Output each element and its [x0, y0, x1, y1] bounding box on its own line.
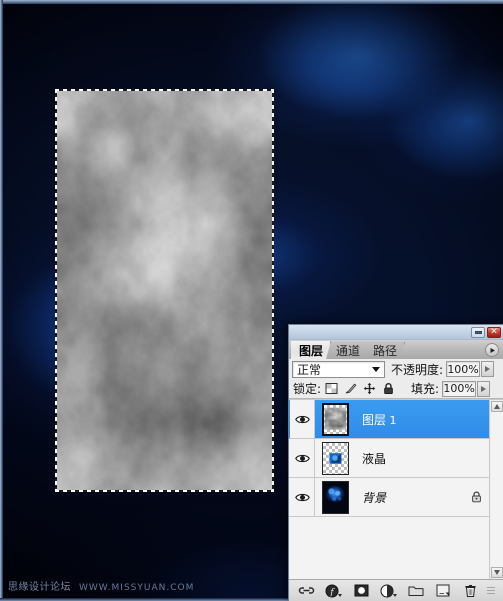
opacity-label: 不透明度:	[391, 362, 444, 377]
layers-panel-toolbar[interactable]: f	[289, 579, 503, 601]
opacity-slider-toggle[interactable]	[481, 361, 495, 377]
lock-position-icon[interactable]	[363, 382, 376, 395]
layer-thumbnail-cell-1[interactable]	[315, 402, 356, 436]
eye-icon	[294, 454, 310, 462]
lock-transparent-pixels-icon[interactable]	[325, 382, 338, 395]
fill-slider-toggle[interactable]	[477, 380, 491, 397]
lock-row[interactable]: 锁定: 填充: 100%	[289, 379, 503, 399]
layer-thumbnail-cell-2[interactable]	[315, 441, 356, 475]
scroll-up-arrow-icon[interactable]	[490, 401, 503, 412]
blend-mode-value: 正常	[297, 362, 322, 377]
layers-list[interactable]: 图层 1 液晶 背景	[289, 399, 503, 579]
layer-name-text-2: 液晶	[362, 451, 387, 466]
table-row[interactable]: 图层 1	[289, 400, 489, 439]
table-row[interactable]: 液晶	[289, 439, 489, 478]
table-row[interactable]: 背景	[289, 478, 489, 517]
minimize-icon[interactable]	[471, 326, 485, 338]
lock-image-pixels-icon[interactable]	[344, 382, 357, 395]
layer-name-text-1: 图层	[362, 412, 387, 427]
panel-resize-grip[interactable]	[487, 585, 496, 596]
layer-visibility-toggle-2[interactable]	[290, 439, 315, 477]
window-top-edge	[0, 0, 503, 4]
fill-input[interactable]: 100%	[442, 380, 477, 397]
layer-name-1[interactable]: 图层 1	[356, 411, 463, 428]
eye-icon	[294, 493, 310, 501]
lock-icon-group[interactable]	[325, 382, 395, 395]
panel-menu-icon[interactable]	[485, 343, 499, 357]
close-icon[interactable]: ✕	[487, 326, 501, 338]
scroll-down-arrow-icon[interactable]	[490, 567, 503, 578]
clouds-layer-canvas[interactable]	[57, 91, 272, 490]
new-adjustment-layer-icon[interactable]	[378, 582, 398, 600]
eye-icon	[294, 415, 310, 423]
layers-panel[interactable]: ✕ 图层 通道 路径 正常 不透明度: 100% 锁定: 填充: 100% 图层…	[288, 324, 503, 601]
layer-locked-indicator	[463, 491, 489, 503]
lock-all-icon[interactable]	[382, 382, 395, 395]
forum-watermark: 思缘设计论坛 WWW.MISSYUAN.COM	[8, 578, 194, 593]
new-group-icon[interactable]	[406, 582, 426, 600]
panel-tab-strip[interactable]: 图层 通道 路径	[289, 340, 503, 359]
layers-list-inner: 图层 1 液晶 背景	[289, 400, 489, 579]
layer-name-suffix-1: 1	[386, 413, 397, 427]
layer-thumbnail-liquid-crystal[interactable]	[322, 441, 349, 475]
layer-name-text-3: 背景	[362, 490, 387, 505]
window-left-edge	[0, 0, 3, 601]
delete-layer-icon[interactable]	[460, 582, 480, 600]
watermark-url: WWW.MISSYUAN.COM	[79, 583, 195, 593]
opacity-input[interactable]: 100%	[446, 361, 481, 377]
panel-titlebar[interactable]: ✕	[289, 325, 503, 340]
tab-paths[interactable]: 路径	[365, 342, 405, 359]
tab-channels[interactable]: 通道	[328, 342, 368, 359]
blend-mode-select[interactable]: 正常	[292, 360, 385, 378]
layer-thumbnail-clouds[interactable]	[322, 402, 349, 436]
blend-mode-row[interactable]: 正常 不透明度: 100%	[289, 359, 503, 379]
new-layer-icon[interactable]	[433, 582, 453, 600]
chevron-down-icon	[372, 366, 380, 372]
layer-thumbnail-cell-3[interactable]	[315, 480, 356, 514]
scroll-track[interactable]	[490, 412, 503, 567]
layer-name-2[interactable]: 液晶	[356, 450, 463, 467]
fill-label: 填充:	[411, 382, 440, 396]
layer-style-fx-icon[interactable]: f	[324, 582, 344, 600]
layer-name-3[interactable]: 背景	[356, 489, 463, 506]
layer-visibility-toggle-3[interactable]	[290, 478, 315, 516]
link-layers-icon[interactable]	[297, 582, 317, 600]
lock-label: 锁定:	[293, 382, 322, 396]
add-layer-mask-icon[interactable]	[351, 582, 371, 600]
layer-thumbnail-background[interactable]	[322, 480, 349, 514]
layer-visibility-toggle-1[interactable]	[290, 400, 315, 438]
watermark-chinese: 思缘设计论坛	[8, 582, 71, 593]
layers-scrollbar[interactable]	[489, 400, 503, 579]
lock-icon	[471, 491, 481, 503]
tab-layers[interactable]: 图层	[291, 341, 331, 359]
